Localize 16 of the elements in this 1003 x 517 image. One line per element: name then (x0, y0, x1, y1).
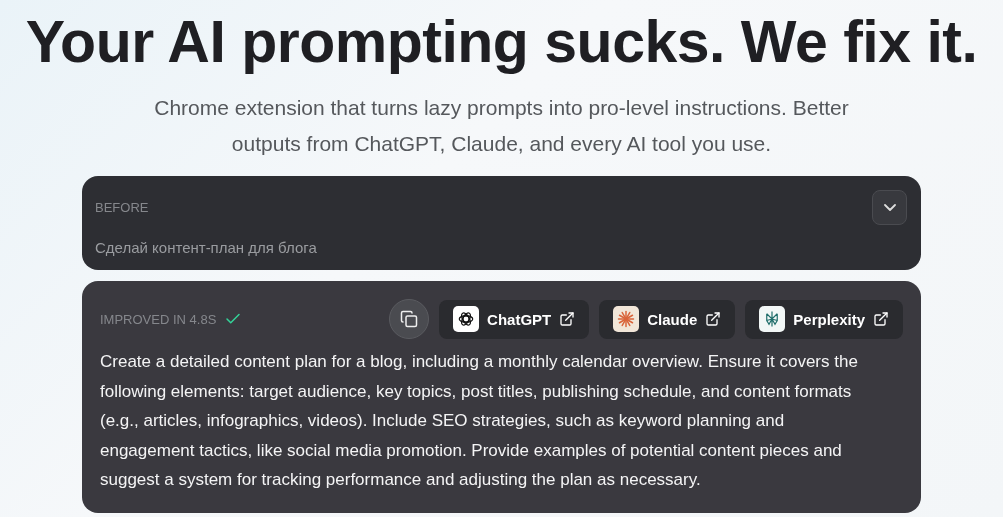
external-link-icon (873, 311, 889, 327)
external-link-icon (559, 311, 576, 327)
open-in-app-button[interactable]: Claude (599, 299, 736, 339)
original-prompt: Сделай контент-план для блога (95, 239, 318, 256)
copy-icon (400, 310, 419, 328)
copy-button[interactable] (389, 299, 430, 339)
external-link-icon (705, 311, 722, 327)
before-label: BEFORE (95, 200, 149, 215)
headline: Your AI prompting sucks. We fix it. (25, 8, 978, 77)
open-in-app-button[interactable]: ChatGPT (439, 299, 590, 339)
expand-button[interactable] (872, 190, 907, 225)
chevron-down-icon (883, 204, 896, 211)
improved-prompt: Create a detailed content plan for a blog, including a monthly calendar overview. Ensure it covers the following elements: target audience, key topics, post titles, publishing schedule, and content formats (e.g., articles, infographics, videos). Include SEO strategies, such as keyword planning and engagement tactics, like social media promotion. Provide examples of potential content pieces and suggest a system for tracking performance and adjusting the plan as necessary. (100, 351, 859, 492)
subtitle: Chrome extension that turns lazy prompts into pro-level instructions. Better outputs from ChatGPT, Claude, and every AI tool you use. (153, 95, 850, 157)
open-in-app-button[interactable]: Perplexity (745, 299, 903, 339)
improved-label: IMPROVED IN 4.8S (100, 311, 217, 327)
